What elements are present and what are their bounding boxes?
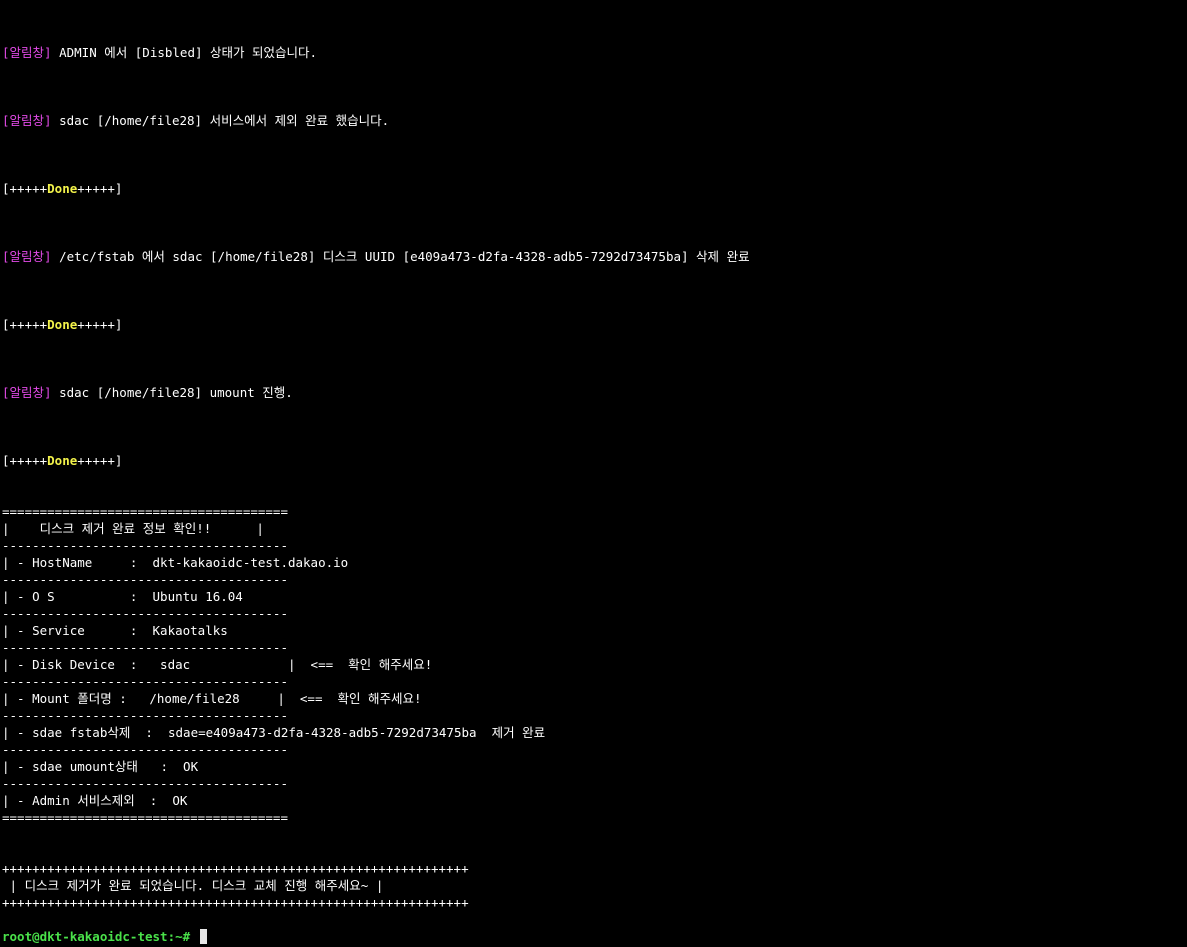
- terminal-cursor[interactable]: [199, 929, 207, 944]
- summary-divider: --------------------------------------: [2, 640, 288, 655]
- alert-line-service-excluded: [알림창] sdac [/home/file28] 서비스에서 제외 완료 했습…: [2, 112, 389, 129]
- alert-tag: [알림창]: [2, 45, 52, 60]
- alert-line-umount: [알림창] sdac [/home/file28] umount 진행.: [2, 384, 293, 401]
- alert-tag: [알림창]: [2, 249, 52, 264]
- summary-row-admin-exclude: | - Admin 서비스제외 : OK: [2, 793, 188, 808]
- summary-title: | 디스크 제거 완료 정보 확인!! |: [2, 521, 264, 536]
- terminal-window[interactable]: [알림창] ADMIN 에서 [Disbled] 상태가 되었습니다. [알림창…: [0, 0, 1187, 947]
- alert-text: /etc/fstab 에서 sdac [/home/file28] 디스크 UU…: [51, 249, 750, 264]
- summary-row-hostname: | - HostName : dkt-kakaoidc-test.dakao.i…: [2, 555, 349, 570]
- summary-divider: --------------------------------------: [2, 674, 288, 689]
- summary-divider: --------------------------------------: [2, 538, 288, 553]
- shell-prompt: root@dkt-kakaoidc-test:~#: [2, 929, 191, 944]
- summary-divider: --------------------------------------: [2, 742, 288, 757]
- alert-tag: [알림창]: [2, 113, 52, 128]
- alert-tag: [알림창]: [2, 385, 52, 400]
- done-word: Done: [47, 317, 78, 332]
- done-word: Done: [47, 453, 78, 468]
- summary-row-fstab-delete: | - sdae fstab삭제 : sdae=e409a473-d2fa-43…: [2, 725, 546, 740]
- summary-row-disk-device: | - Disk Device : sdac | <== 확인 해주세요!: [2, 657, 433, 672]
- summary-border-top: ======================================: [2, 504, 288, 519]
- done-line-3: [+++++Done+++++]: [2, 453, 123, 468]
- done-line-1: [+++++Done+++++]: [2, 181, 123, 196]
- alert-text: ADMIN 에서 [Disbled] 상태가 되었습니다.: [51, 45, 318, 60]
- summary-row-service: | - Service : Kakaotalks: [2, 623, 228, 638]
- summary-row-umount-status: | - sdae umount상태 : OK: [2, 759, 199, 774]
- alert-line-admin-disabled: [알림창] ADMIN 에서 [Disbled] 상태가 되었습니다.: [2, 44, 317, 61]
- summary-divider: --------------------------------------: [2, 776, 288, 791]
- summary-divider: --------------------------------------: [2, 708, 288, 723]
- shell-prompt-line[interactable]: root@dkt-kakaoidc-test:~#: [2, 928, 207, 945]
- done-word: Done: [47, 181, 78, 196]
- alert-text: sdac [/home/file28] umount 진행.: [51, 385, 293, 400]
- done-line-2: [+++++Done+++++]: [2, 317, 123, 332]
- final-message: | 디스크 제거가 완료 되었습니다. 디스크 교체 진행 해주세요~ |: [2, 878, 384, 893]
- summary-row-mount-folder: | - Mount 폴더명 : /home/file28 | <== 확인 해주…: [2, 691, 422, 706]
- final-border-top: ++++++++++++++++++++++++++++++++++++++++…: [2, 861, 469, 876]
- alert-text: sdac [/home/file28] 서비스에서 제외 완료 했습니다.: [51, 113, 390, 128]
- alert-line-fstab-removed: [알림창] /etc/fstab 에서 sdac [/home/file28] …: [2, 248, 750, 265]
- summary-border-bottom: ======================================: [2, 810, 288, 825]
- summary-row-os: | - O S : Ubuntu 16.04: [2, 589, 243, 604]
- final-border-bottom: ++++++++++++++++++++++++++++++++++++++++…: [2, 895, 469, 910]
- summary-divider: --------------------------------------: [2, 606, 288, 621]
- summary-divider: --------------------------------------: [2, 572, 288, 587]
